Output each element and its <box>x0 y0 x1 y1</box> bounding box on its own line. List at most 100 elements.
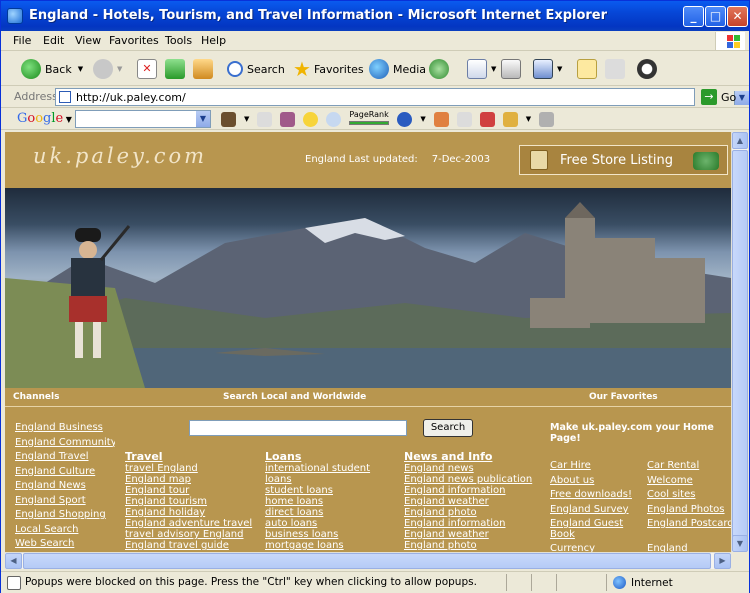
favorite-link[interactable]: Welcome <box>647 475 731 490</box>
frown-icon[interactable] <box>326 111 342 127</box>
site-logo[interactable]: uk.paley.com <box>33 144 207 168</box>
column-link[interactable]: England map <box>125 474 265 485</box>
forward-button[interactable]: ▼ <box>93 57 122 81</box>
column-heading[interactable]: Loans <box>265 450 405 463</box>
make-home-page-link[interactable]: Make uk.paley.com your Home Page! <box>550 422 731 444</box>
column-link[interactable]: auto loans <box>265 518 405 529</box>
column-link[interactable]: mortgage loans <box>265 540 405 551</box>
menu-view[interactable]: View <box>75 34 101 47</box>
channel-link[interactable]: Web Search <box>15 538 115 552</box>
menu-file[interactable]: File <box>13 34 31 47</box>
favorite-link[interactable]: England Postcards <box>647 518 731 529</box>
home-button[interactable] <box>193 57 217 81</box>
menu-tools[interactable]: Tools <box>165 34 192 47</box>
title-bar[interactable]: England - Hotels, Tourism, and Travel In… <box>1 1 749 31</box>
column-link[interactable]: England holiday <box>125 507 265 518</box>
column-link[interactable]: England weather <box>404 496 544 507</box>
binoculars-icon[interactable] <box>221 111 236 127</box>
scroll-left-icon[interactable]: ◀ <box>5 553 22 569</box>
discuss-button[interactable] <box>577 57 601 81</box>
menu-edit[interactable]: Edit <box>43 34 64 47</box>
column-heading[interactable]: News and Info <box>404 450 544 463</box>
close-button[interactable]: ✕ <box>727 6 748 27</box>
favorites-button[interactable]: ★ Favorites <box>293 57 364 81</box>
favorite-link[interactable]: Car Rental <box>647 460 731 475</box>
favorite-link[interactable]: England <box>647 543 731 552</box>
favorite-link[interactable]: Free downloads! <box>550 489 645 504</box>
site-search-input[interactable] <box>189 420 407 436</box>
column-link[interactable]: England tour <box>125 485 265 496</box>
news-icon[interactable] <box>280 111 296 127</box>
popup-blocked-icon[interactable] <box>7 576 21 590</box>
favorite-link[interactable] <box>647 529 731 543</box>
horizontal-scrollbar[interactable]: ◀ ▶ <box>5 552 731 569</box>
info-icon[interactable] <box>397 111 413 127</box>
channel-link[interactable]: England News <box>15 480 115 495</box>
favorite-link[interactable]: England Survey <box>550 504 645 519</box>
favorite-link[interactable]: England Photos <box>647 504 731 519</box>
column-link[interactable]: home loans <box>265 496 405 507</box>
favorite-link[interactable]: Currency <box>550 543 645 552</box>
mail-button[interactable]: ▼ <box>467 57 496 81</box>
maximize-button[interactable]: □ <box>705 6 726 27</box>
history-button[interactable] <box>429 57 453 81</box>
column-link[interactable]: England photo <box>404 507 544 518</box>
column-link[interactable]: travel England <box>125 463 265 474</box>
column-heading[interactable]: Travel <box>125 450 265 463</box>
address-input[interactable]: http://uk.paley.com/ ▼ <box>55 88 749 106</box>
highlight-icon[interactable] <box>539 111 555 127</box>
channel-link[interactable]: England Sport <box>15 495 115 510</box>
column-link[interactable]: England travel guide <box>125 540 265 551</box>
channel-link[interactable]: England Business <box>15 422 115 437</box>
favorite-link[interactable]: Car Hire <box>550 460 645 475</box>
go-button[interactable]: → Go <box>701 89 736 105</box>
blogthis-icon[interactable] <box>479 111 495 127</box>
column-link[interactable]: student loans <box>265 485 405 496</box>
menu-favorites[interactable]: Favorites <box>109 34 159 47</box>
column-link[interactable]: England information <box>404 518 544 529</box>
options-icon[interactable] <box>502 111 518 127</box>
smiley-icon[interactable] <box>303 111 319 127</box>
free-store-listing-button[interactable]: Free Store Listing <box>519 145 728 175</box>
channel-link[interactable]: England Shopping <box>15 509 115 524</box>
channel-link[interactable]: England Culture <box>15 466 115 481</box>
refresh-button[interactable] <box>165 57 189 81</box>
favorite-link[interactable]: Book <box>550 529 645 543</box>
search-site-icon[interactable] <box>257 111 273 127</box>
autofill-icon[interactable] <box>456 111 472 127</box>
column-link[interactable]: loans <box>265 474 405 485</box>
vertical-scrollbar[interactable]: ▲ ▼ <box>731 132 748 552</box>
popup-blocker-icon[interactable] <box>433 111 449 127</box>
column-link[interactable]: England news publication <box>404 474 544 485</box>
channel-link[interactable]: England Community <box>15 437 115 452</box>
messenger-button[interactable] <box>605 57 629 81</box>
chevron-down-icon[interactable]: ▼ <box>420 115 425 123</box>
site-search-button[interactable]: Search <box>423 419 473 437</box>
favorite-link[interactable]: About us <box>550 475 645 490</box>
column-link[interactable]: direct loans <box>265 507 405 518</box>
back-button[interactable]: Back ▼ <box>21 57 83 81</box>
media-button[interactable]: Media <box>369 57 426 81</box>
minimize-button[interactable]: _ <box>683 6 704 27</box>
column-link[interactable]: travel advisory England <box>125 529 265 540</box>
google-search-input[interactable]: ▼ <box>75 110 211 128</box>
channel-link[interactable]: Local Search <box>15 524 115 539</box>
horizontal-scroll-thumb[interactable] <box>23 553 711 569</box>
column-link[interactable]: England weather <box>404 529 544 540</box>
column-link[interactable]: England news <box>404 463 544 474</box>
chevron-down-icon[interactable]: ▼ <box>196 111 210 127</box>
favorite-link[interactable]: England Guest <box>550 518 645 529</box>
column-link[interactable]: England photo <box>404 540 544 551</box>
scroll-up-icon[interactable]: ▲ <box>732 132 748 149</box>
chevron-down-icon[interactable]: ▼ <box>244 115 249 123</box>
favorite-link[interactable]: Cool sites <box>647 489 731 504</box>
print-button[interactable] <box>501 57 525 81</box>
column-link[interactable]: business loans <box>265 529 405 540</box>
google-logo[interactable]: Google ▼ <box>17 111 72 126</box>
research-button[interactable] <box>637 57 661 81</box>
chevron-down-icon[interactable]: ▼ <box>526 115 531 123</box>
chevron-down-icon[interactable]: ▼ <box>78 65 83 73</box>
column-link[interactable]: England information <box>404 485 544 496</box>
vertical-scroll-thumb[interactable] <box>732 150 748 545</box>
channel-link[interactable]: England Travel <box>15 451 115 466</box>
